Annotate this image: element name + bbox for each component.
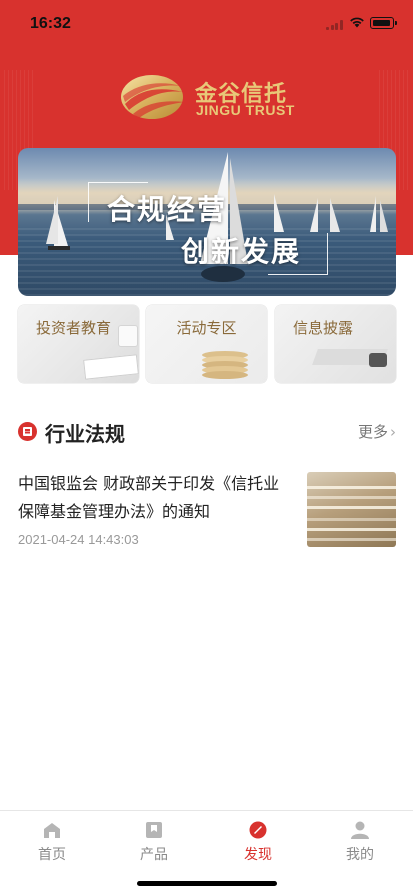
tab-label: 产品: [140, 847, 168, 863]
battery-icon: [370, 17, 397, 29]
list-item[interactable]: 中国银监会 财政部关于印发《信托业保障基金管理办法》的通知 2021-04-24…: [18, 470, 396, 550]
home-indicator: [137, 881, 277, 886]
chevron-right-icon: ›: [390, 423, 396, 441]
brand-logo: 金谷信托 JINGU TRUST: [119, 72, 299, 124]
profile-icon: [351, 821, 369, 839]
tab-products[interactable]: 产品: [114, 811, 194, 871]
notebook-icon: [83, 354, 139, 380]
wifi-icon: [350, 17, 364, 28]
cup-icon: [118, 325, 138, 347]
banner-headline-1: 合规经营: [107, 193, 228, 226]
banner-headline-2: 创新发展: [181, 235, 302, 268]
article-timestamp: 2021-04-24 14:43:03: [18, 532, 139, 547]
camera-icon: [369, 353, 387, 367]
brand-name-en: JINGU TRUST: [196, 102, 295, 118]
article-title: 中国银监会 财政部关于印发《信托业保障基金管理办法》的通知: [18, 474, 280, 521]
news-icon: [18, 422, 37, 441]
tab-label: 我的: [346, 847, 374, 863]
more-link[interactable]: 更多 ›: [358, 421, 396, 442]
logo-emblem-icon: [121, 75, 185, 119]
regulations-section-header: 行业法规 更多 ›: [18, 416, 396, 446]
discover-icon: [249, 821, 267, 839]
card-events[interactable]: 活动专区: [146, 305, 267, 383]
promo-banner[interactable]: 合规经营 创新发展: [18, 148, 396, 296]
section-title: 行业法规: [45, 422, 125, 446]
cellular-signal-icon: [326, 20, 344, 30]
tab-profile[interactable]: 我的: [320, 811, 400, 871]
home-icon: [44, 823, 60, 838]
card-label: 活动专区: [176, 319, 237, 337]
tab-discover[interactable]: 发现: [218, 811, 298, 871]
coins-icon: [202, 345, 248, 379]
battery-level: [372, 19, 390, 26]
card-info-disclosure[interactable]: 信息披露: [275, 305, 396, 383]
card-investor-education[interactable]: 投资者教育: [18, 305, 139, 383]
card-label: 信息披露: [293, 319, 354, 337]
tab-home[interactable]: 首页: [12, 811, 92, 871]
product-icon: [146, 822, 162, 838]
status-time: 16:32: [30, 15, 71, 32]
article-thumbnail: [307, 472, 396, 547]
more-label: 更多: [357, 423, 388, 441]
tab-label: 首页: [38, 847, 66, 863]
status-bar: 16:32: [0, 0, 413, 48]
tab-label: 发现: [244, 847, 272, 863]
